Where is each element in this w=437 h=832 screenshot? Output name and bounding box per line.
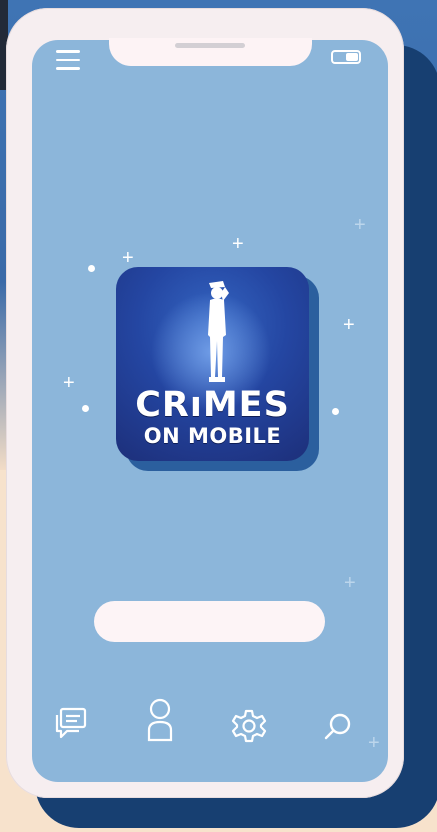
start-button[interactable] (94, 601, 325, 642)
battery-icon (331, 50, 361, 64)
sparkle-icon: + (344, 572, 356, 594)
sparkle-icon: + (343, 314, 355, 336)
dot-decoration (332, 408, 339, 415)
speaker-icon (175, 43, 245, 48)
menu-icon[interactable] (56, 50, 80, 76)
settings-icon[interactable] (231, 708, 267, 744)
phone-notch (109, 38, 312, 66)
sparkle-icon: + (122, 247, 134, 269)
sparkle-icon: + (368, 732, 380, 754)
logo-title: CRıMES (135, 385, 290, 425)
sparkle-icon: + (354, 214, 366, 236)
sparkle-icon: + (63, 372, 75, 394)
dot-decoration (82, 405, 89, 412)
user-icon[interactable] (145, 698, 175, 742)
search-icon[interactable] (322, 710, 354, 742)
sparkle-icon: + (232, 233, 244, 255)
dot-decoration (88, 265, 95, 272)
saluting-officer-icon (208, 281, 229, 382)
app-logo: CRıMES ON MOBILE (116, 267, 309, 461)
logo-subtitle: ON MOBILE (143, 424, 282, 448)
chat-icon[interactable] (53, 706, 89, 740)
phone-frame: + + + + + + + CRıMES ON MOBILE (6, 8, 404, 798)
